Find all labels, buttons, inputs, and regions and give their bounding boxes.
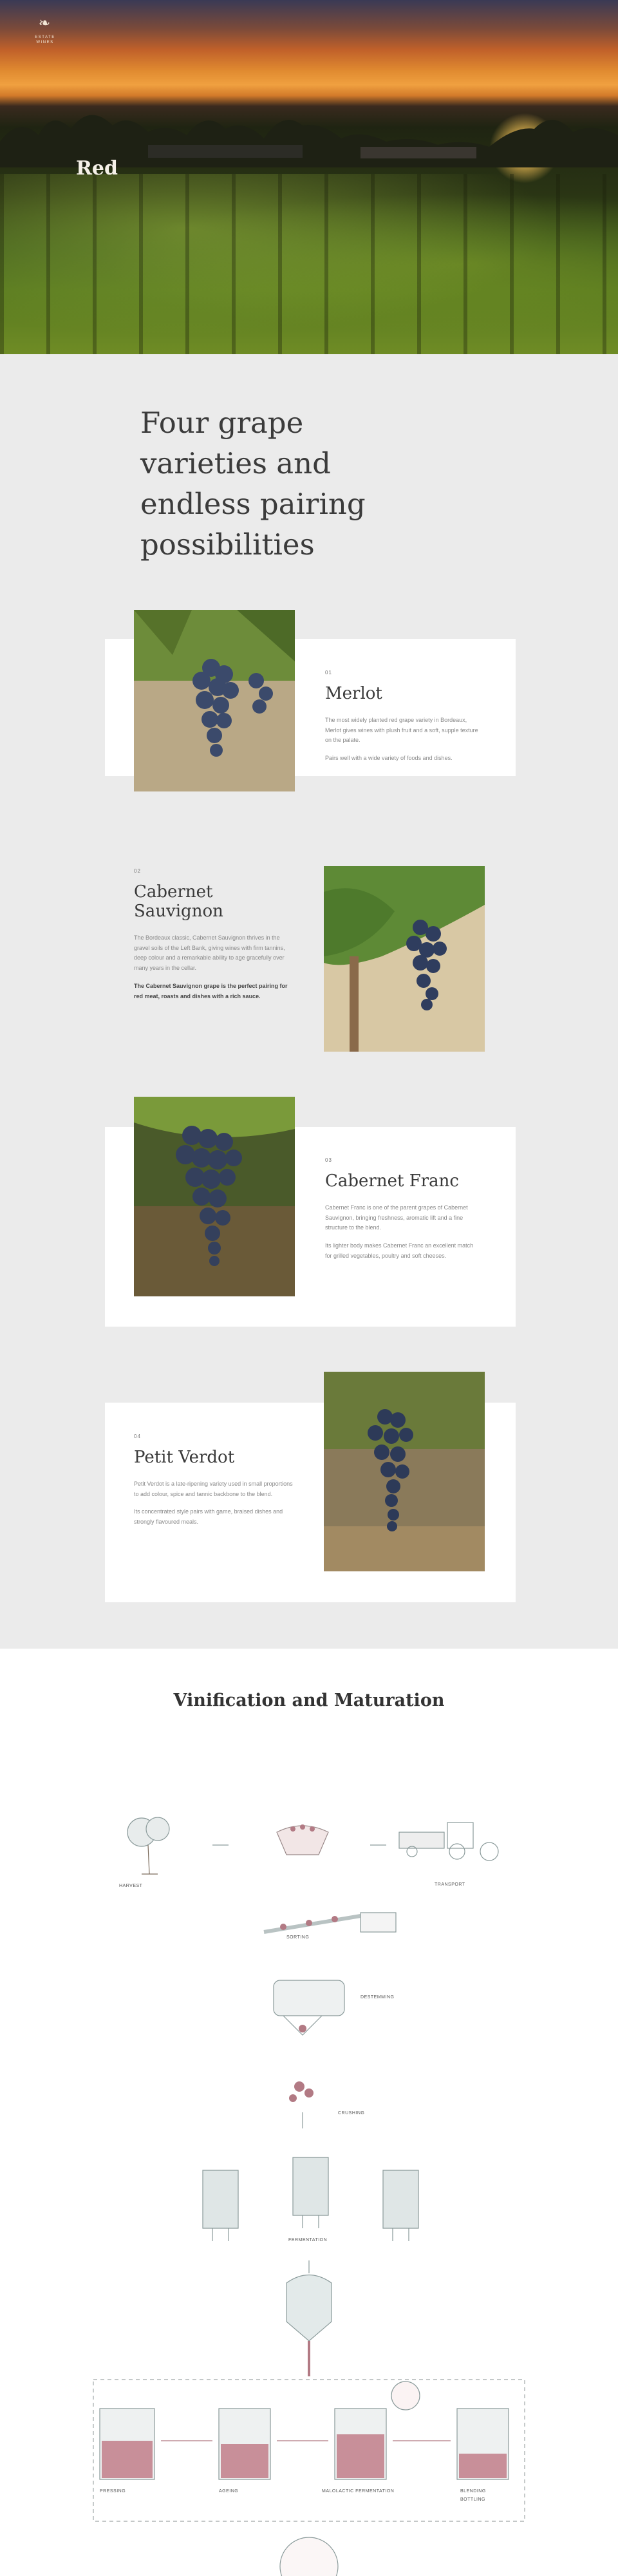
grape-cluster-image (324, 866, 485, 1052)
step-label-fermentation: FERMENTATION (288, 2238, 328, 2242)
step-label-sorting: SORTING (286, 1935, 310, 1940)
step-label-transport: TRANSPORT (435, 1882, 465, 1887)
variety-description: The most widely planted red grape variet… (325, 716, 478, 744)
variety-pairing: Its lighter body makes Cabernet Franc an… (325, 1242, 474, 1259)
logo-mark: ❧ (38, 15, 52, 32)
step-label-bottling: BOTTLING (460, 2497, 486, 2502)
variety-number: 01 (325, 670, 332, 676)
step-label-malolactic: MALOLACTIC FERMENTATION (322, 2489, 395, 2494)
merlot-photo (134, 610, 295, 791)
variety-name: Cabernet Franc (325, 1171, 459, 1191)
variety-name: Merlot (325, 684, 382, 703)
press-tank-icon (286, 2275, 332, 2376)
grape-cluster-image (134, 610, 295, 791)
fermentation-vats-icon (202, 2157, 419, 2241)
variety-name: Cabernet Sauvignon (134, 882, 223, 921)
vinification-process-diagram (93, 1817, 525, 2576)
variety-number: 04 (134, 1434, 141, 1439)
vine-sketch-icon (127, 1817, 170, 1875)
hero-banner: ❧ ESTATE WINES Red (0, 0, 618, 354)
vinification-section: Vinification and Maturation HARVEST TRAN… (0, 1649, 618, 2576)
hero-title: Red (76, 157, 118, 180)
logo-subtitle: ESTATE WINES (35, 35, 55, 45)
varieties-headline: Four grape varieties and endless pairing… (140, 406, 366, 562)
step-label-harvest: HARVEST (119, 1884, 143, 1888)
step-label-destemming: DESTEMMING (360, 1995, 395, 2000)
step-label-pressing: PRESSING (100, 2489, 126, 2494)
variety-text-petit-verdot: 04 Petit Verdot Petit Verdot is a late-r… (134, 1434, 295, 1535)
variety-text-merlot: 01 Merlot The most widely planted red gr… (325, 670, 480, 772)
variety-pairing: Its concentrated style pairs with game, … (134, 1508, 283, 1526)
variety-description: Petit Verdot is a late-ripening variety … (134, 1480, 293, 1497)
step-label-ageing: AGEING (219, 2489, 239, 2494)
variety-description: The Bordeaux classic, Cabernet Sauvignon… (134, 934, 285, 972)
brand-logo[interactable]: ❧ ESTATE WINES (26, 17, 64, 46)
variety-pairing: The Cabernet Sauvignon grape is the perf… (134, 982, 288, 999)
variety-number: 03 (325, 1157, 332, 1163)
grape-cluster-image (324, 1372, 485, 1571)
variety-name: Petit Verdot (134, 1448, 235, 1467)
step-label-blending: BLENDING (460, 2489, 486, 2494)
variety-number: 02 (134, 868, 141, 874)
cabernet-sauvignon-photo (324, 866, 485, 1052)
sorting-table-icon (263, 1912, 397, 1934)
variety-description: Cabernet Franc is one of the parent grap… (325, 1204, 468, 1231)
petit-verdot-photo (324, 1372, 485, 1571)
grape-varieties-section: Four grape varieties and endless pairing… (0, 354, 618, 1649)
destemmer-icon (273, 1980, 345, 2036)
treeline-silhouette (0, 115, 618, 167)
grape-cluster-image (134, 1097, 295, 1296)
step-label-crushing: CRUSHING (338, 2111, 365, 2116)
ageing-tanks-icon (99, 2381, 509, 2480)
vineyard-rows (0, 174, 618, 354)
variety-text-cabernet-sauvignon: 02 Cabernet Sauvignon The Bordeaux class… (134, 868, 295, 1009)
harvest-basket-icon (276, 1824, 329, 1855)
bottling-detail-icon (279, 2537, 339, 2576)
variety-pairing: Pairs well with a wide variety of foods … (325, 755, 453, 762)
crusher-icon (289, 2081, 314, 2128)
cabernet-franc-photo (134, 1097, 295, 1296)
variety-text-cabernet-franc: 03 Cabernet Franc Cabernet Franc is one … (325, 1157, 480, 1269)
tractor-icon (398, 1822, 499, 1861)
vinification-title: Vinification and Maturation (173, 1690, 445, 1710)
